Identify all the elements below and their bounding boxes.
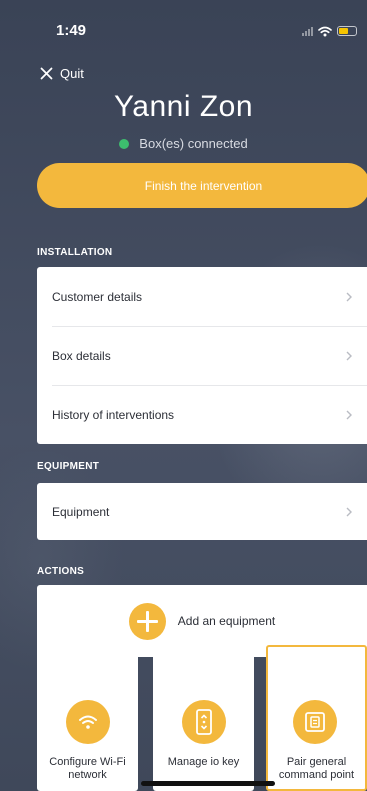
chevron-right-icon xyxy=(346,507,352,516)
manage-io-key-tile[interactable]: Manage io key xyxy=(153,645,254,791)
section-label-actions: ACTIONS xyxy=(37,566,85,577)
row-label: Box details xyxy=(52,348,111,363)
wifi-icon xyxy=(65,700,110,744)
wall-switch-icon xyxy=(292,700,337,744)
section-label-equipment: EQUIPMENT xyxy=(37,461,100,472)
row-history-of-interventions[interactable]: History of interventions xyxy=(37,385,367,444)
close-icon xyxy=(40,67,53,79)
tile-label: Configure Wi-Fi network xyxy=(49,756,126,781)
status-dot-icon xyxy=(119,138,130,149)
battery-icon xyxy=(337,26,357,36)
row-customer-details[interactable]: Customer details xyxy=(37,267,367,326)
equipment-card: Equipment xyxy=(37,483,367,540)
row-label: History of interventions xyxy=(52,407,175,422)
status-icons xyxy=(302,25,357,37)
intervention-screen: 1:49 Quit Yanni Zon Box(es) connected Fi… xyxy=(0,0,367,791)
installation-card: Customer details Box details History of … xyxy=(37,267,367,444)
tile-label: Manage io key xyxy=(167,756,240,768)
connection-status-text: Box(es) connected xyxy=(139,136,248,151)
row-box-details[interactable]: Box details xyxy=(37,326,367,385)
tile-label: Pair general command point xyxy=(278,756,355,781)
remote-key-icon xyxy=(181,700,226,744)
page-title: Yanni Zon xyxy=(113,90,254,123)
pair-general-command-point-tile[interactable]: Pair general command point xyxy=(266,645,367,791)
home-indicator xyxy=(141,781,275,786)
signal-icon xyxy=(302,26,313,36)
add-equipment-label: Add an equipment xyxy=(177,614,276,628)
connection-status: Box(es) connected xyxy=(0,136,367,151)
quit-button[interactable]: Quit xyxy=(40,64,84,82)
chevron-right-icon xyxy=(346,292,352,301)
chevron-right-icon xyxy=(346,410,352,419)
row-equipment[interactable]: Equipment xyxy=(37,483,367,540)
row-label: Equipment xyxy=(52,504,110,519)
status-time: 1:49 xyxy=(56,22,87,39)
status-bar: 1:49 xyxy=(0,0,367,44)
configure-wifi-tile[interactable]: Configure Wi-Fi network xyxy=(37,645,138,791)
quit-label: Quit xyxy=(60,65,84,81)
wifi-icon xyxy=(318,26,332,37)
plus-icon xyxy=(128,602,166,640)
section-label-installation: INSTALLATION xyxy=(37,247,113,258)
finish-intervention-button[interactable]: Finish the intervention xyxy=(37,163,367,208)
row-label: Customer details xyxy=(52,289,143,304)
chevron-right-icon xyxy=(346,351,352,360)
